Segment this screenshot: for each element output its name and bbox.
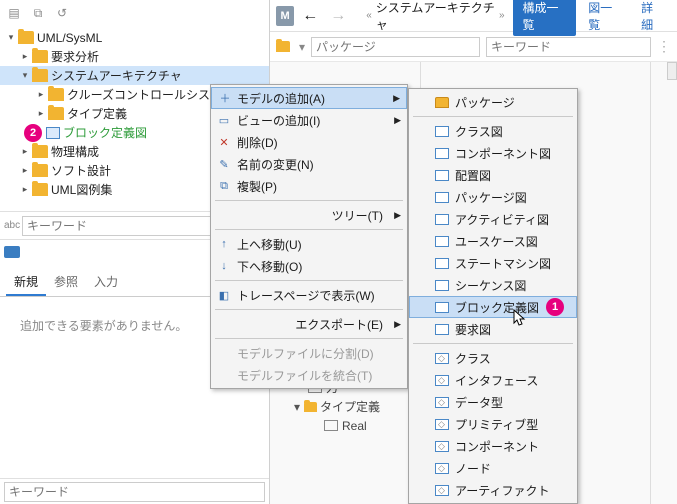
tab-new[interactable]: 新規 — [6, 269, 46, 296]
folder-icon — [276, 41, 290, 52]
chevron-right-icon: ▶ — [393, 93, 400, 104]
arrow-up-icon: ↑ — [216, 238, 232, 250]
arrow-down-icon: ↓ — [216, 260, 232, 272]
menu-duplicate[interactable]: ⧉ 複製(P) — [211, 175, 407, 197]
step-badge: 1 — [546, 298, 564, 316]
sidebar-toolbar: ▤ ⧉ ↺ — [0, 0, 269, 26]
panel-icon — [4, 246, 20, 258]
diagram-icon — [435, 126, 449, 137]
diagram-icon — [435, 302, 449, 313]
trace-icon: ◧ — [216, 289, 232, 302]
submenu-component[interactable]: コンポーネント — [409, 435, 577, 457]
diagram-icon — [435, 236, 449, 247]
folder-icon — [18, 31, 34, 44]
submenu-class-diagram[interactable]: クラス図 — [409, 120, 577, 142]
tree-root[interactable]: ▾ UML/SysML — [0, 28, 269, 47]
breadcrumb-prefix: « — [366, 10, 372, 21]
tree-label: UML/SysML — [37, 31, 102, 45]
context-menu: ＋ モデルの追加(A)▶ ▭ ビューの追加(I)▶ ✕ 削除(D) ✎ 名前の変… — [210, 84, 408, 389]
menu-split-file: モデルファイルに分割(D) — [211, 342, 407, 364]
breadcrumb-suffix: » — [499, 10, 505, 21]
submenu-package[interactable]: パッケージ — [409, 91, 577, 113]
submenu-requirement-diagram[interactable]: 要求図 — [409, 318, 577, 340]
tab-input[interactable]: 入力 — [86, 269, 126, 296]
submenu-usecase-diagram[interactable]: ユースケース図 — [409, 230, 577, 252]
submenu-node[interactable]: ノード — [409, 457, 577, 479]
nav-back[interactable]: ← — [298, 7, 322, 25]
btn-diagram-list[interactable]: 図一覧 — [580, 0, 629, 36]
submenu-class[interactable]: クラス — [409, 347, 577, 369]
submenu-component-diagram[interactable]: コンポーネント図 — [409, 142, 577, 164]
menu-export[interactable]: エクスポート(E)▶ — [211, 313, 407, 335]
btn-structure-list[interactable]: 構成一覧 — [513, 0, 577, 36]
diagram-icon — [435, 192, 449, 203]
folder-icon — [435, 97, 449, 108]
menu-add-model[interactable]: ＋ モデルの追加(A)▶ — [211, 87, 407, 109]
diagram-icon — [435, 280, 449, 291]
tab-ref[interactable]: 参照 — [46, 269, 86, 296]
element-icon — [435, 353, 449, 364]
menu-dots-icon[interactable]: ⋮ — [657, 38, 671, 55]
page-icon: ▭ — [216, 114, 232, 127]
palette-filter-input[interactable] — [4, 482, 265, 502]
tree-item[interactable]: ▸ 要求分析 — [0, 47, 269, 66]
submenu-package-diagram[interactable]: パッケージ図 — [409, 186, 577, 208]
btn-detail[interactable]: 詳細 — [633, 0, 671, 36]
submenu-statemachine-diagram[interactable]: ステートマシン図 — [409, 252, 577, 274]
submenu-add-model: パッケージ クラス図 コンポーネント図 配置図 パッケージ図 アクティビティ図 … — [408, 88, 578, 504]
element-icon — [435, 441, 449, 452]
submenu-deployment-diagram[interactable]: 配置図 — [409, 164, 577, 186]
mouse-cursor-icon — [513, 309, 527, 327]
edit-icon: ✎ — [216, 158, 232, 171]
element-icon — [435, 419, 449, 430]
model-badge: M — [276, 6, 294, 26]
package-filter-input[interactable] — [311, 37, 480, 57]
element-icon — [435, 375, 449, 386]
menu-delete[interactable]: ✕ 削除(D) — [211, 131, 407, 153]
keyword-filter-input[interactable] — [486, 37, 651, 57]
copy-icon: ⧉ — [216, 180, 232, 193]
plus-icon: ＋ — [217, 90, 233, 106]
diagram-icon — [435, 214, 449, 225]
element-icon — [435, 485, 449, 496]
diagram-icon — [435, 324, 449, 335]
diagram-icon — [435, 170, 449, 181]
grid-handle[interactable] — [667, 62, 677, 80]
submenu-primitive[interactable]: プリミティブ型 — [409, 413, 577, 435]
breadcrumb[interactable]: システムアーキテクチャ — [376, 0, 495, 33]
filter-icon: abc — [4, 220, 22, 231]
diagram-icon — [435, 148, 449, 159]
element-icon — [435, 397, 449, 408]
tool-icon[interactable]: ▤ — [4, 3, 24, 23]
menu-rename[interactable]: ✎ 名前の変更(N) — [211, 153, 407, 175]
submenu-sequence-diagram[interactable]: シーケンス図 — [409, 274, 577, 296]
tree-item-selected[interactable]: ▾ システムアーキテクチャ — [0, 66, 269, 85]
menu-merge-file: モデルファイルを統合(T) — [211, 364, 407, 386]
diagram-icon — [46, 127, 60, 139]
step-badge: 2 — [24, 124, 42, 142]
menu-move-down[interactable]: ↓ 下へ移動(O) — [211, 255, 407, 277]
diagram-icon — [435, 258, 449, 269]
submenu-interface[interactable]: インタフェース — [409, 369, 577, 391]
submenu-artifact[interactable]: アーティファクト — [409, 479, 577, 501]
tool-icon[interactable]: ↺ — [52, 3, 72, 23]
delete-icon: ✕ — [216, 136, 232, 149]
submenu-block-definition-diagram[interactable]: ブロック定義図 1 — [409, 296, 577, 318]
submenu-activity-diagram[interactable]: アクティビティ図 — [409, 208, 577, 230]
menu-move-up[interactable]: ↑ 上へ移動(U) — [211, 233, 407, 255]
menu-tree[interactable]: ツリー(T)▶ — [211, 204, 407, 226]
menu-add-view[interactable]: ▭ ビューの追加(I)▶ — [211, 109, 407, 131]
element-icon — [435, 463, 449, 474]
tool-icon[interactable]: ⧉ — [28, 3, 48, 23]
submenu-datatype[interactable]: データ型 — [409, 391, 577, 413]
nav-forward[interactable]: → — [326, 7, 350, 25]
menu-trace-page[interactable]: ◧ トレースページで表示(W) — [211, 284, 407, 306]
